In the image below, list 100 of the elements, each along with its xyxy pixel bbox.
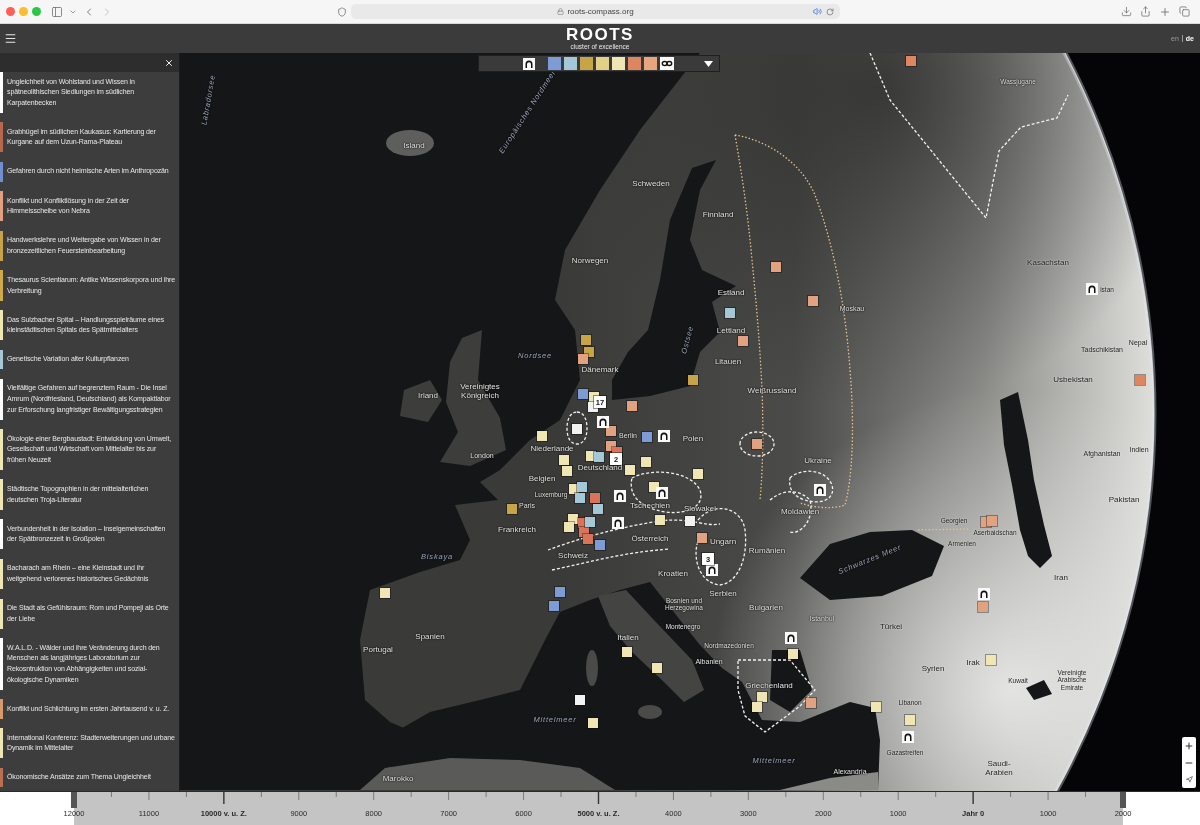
site-marker-icon[interactable] <box>595 540 605 550</box>
color-swatch-icon[interactable] <box>612 57 625 70</box>
arch-marker-icon[interactable] <box>597 416 609 428</box>
shield-icon[interactable] <box>337 6 347 17</box>
site-marker-icon[interactable] <box>555 587 565 597</box>
site-marker-icon[interactable] <box>562 466 572 476</box>
arch-marker-icon[interactable] <box>1086 283 1098 295</box>
site-marker-icon[interactable] <box>577 482 587 492</box>
site-marker-icon[interactable] <box>578 354 588 364</box>
country-label: Spanien <box>415 632 445 642</box>
arch-marker-icon[interactable] <box>902 731 914 743</box>
site-marker-icon[interactable] <box>642 432 652 442</box>
color-swatch-icon[interactable] <box>564 57 577 70</box>
site-marker-icon[interactable] <box>693 469 703 479</box>
site-marker-icon[interactable] <box>906 56 916 66</box>
arch-marker-icon[interactable] <box>612 517 624 529</box>
close-icon[interactable] <box>164 57 174 68</box>
site-marker-icon[interactable] <box>725 308 735 318</box>
site-marker-icon[interactable] <box>871 702 881 712</box>
site-marker-icon[interactable] <box>559 455 569 465</box>
site-marker-icon[interactable] <box>380 588 390 598</box>
menu-icon[interactable] <box>4 32 17 45</box>
site-marker-icon[interactable] <box>806 698 816 708</box>
site-marker-icon[interactable] <box>652 663 662 673</box>
site-marker-icon[interactable] <box>590 493 600 503</box>
site-marker-icon[interactable] <box>575 695 585 705</box>
arch-marker-icon[interactable] <box>814 484 826 496</box>
country-label: Usbekistan <box>1053 375 1093 385</box>
site-marker-icon[interactable] <box>752 702 762 712</box>
logo-wordmark[interactable]: ROOTS <box>566 26 634 43</box>
site-marker-icon[interactable] <box>537 431 547 441</box>
site-marker-icon[interactable] <box>649 482 659 492</box>
site-marker-icon[interactable] <box>788 649 798 659</box>
site-marker-icon[interactable] <box>622 647 632 657</box>
site-marker-icon[interactable] <box>905 715 915 725</box>
site-marker-icon[interactable] <box>507 504 517 514</box>
color-swatch-icon[interactable] <box>580 57 593 70</box>
site-marker-icon[interactable] <box>978 602 988 612</box>
country-label: Rumänien <box>748 546 786 556</box>
tabs-icon[interactable] <box>1179 6 1190 17</box>
arch-marker-icon[interactable] <box>658 430 670 442</box>
site-marker-icon[interactable] <box>593 504 603 514</box>
site-marker-icon[interactable] <box>986 655 996 665</box>
site-marker-icon[interactable] <box>583 534 593 544</box>
address-field[interactable]: roots-compass.org <box>351 4 840 19</box>
arch-marker-icon[interactable] <box>614 490 626 502</box>
plus-icon[interactable] <box>1159 5 1171 18</box>
download-icon[interactable] <box>1121 6 1132 17</box>
site-marker-icon[interactable] <box>641 457 651 467</box>
site-marker-icon[interactable] <box>771 262 781 272</box>
country-label: Belgien <box>528 474 556 484</box>
reload-icon[interactable] <box>826 7 834 16</box>
site-marker-icon[interactable] <box>685 516 695 526</box>
site-marker-icon[interactable] <box>578 389 588 399</box>
color-swatch-icon[interactable] <box>548 57 561 70</box>
site-marker-icon[interactable] <box>575 493 585 503</box>
color-swatch-icon[interactable] <box>644 57 657 70</box>
site-marker-icon[interactable] <box>606 426 616 436</box>
site-marker-icon[interactable] <box>697 533 707 543</box>
country-label: Deutschland <box>577 463 623 473</box>
infinity-icon[interactable] <box>660 57 674 70</box>
site-marker-icon[interactable] <box>581 335 591 345</box>
site-marker-icon[interactable] <box>585 517 595 527</box>
country-label: Italien <box>617 633 639 643</box>
speaker-icon[interactable] <box>813 7 822 16</box>
site-marker-icon[interactable] <box>987 516 997 526</box>
site-marker-icon[interactable] <box>572 424 582 434</box>
color-swatch-icon[interactable] <box>596 57 609 70</box>
site-marker-icon[interactable] <box>655 515 665 525</box>
site-marker-icon[interactable] <box>757 692 767 702</box>
window-close-icon[interactable] <box>6 7 15 16</box>
arch-marker-icon[interactable] <box>978 588 990 600</box>
site-marker-icon[interactable] <box>688 375 698 385</box>
range-end-handle[interactable] <box>1120 792 1126 808</box>
sidebar-toggle-icon[interactable] <box>51 5 63 18</box>
site-marker-icon[interactable] <box>627 401 637 411</box>
country-label: Serbien <box>709 589 737 599</box>
site-marker-icon[interactable] <box>588 718 598 728</box>
site-marker-icon[interactable] <box>1135 375 1145 385</box>
country-label: Irak <box>966 658 980 668</box>
country-label: Moldawien <box>780 507 820 517</box>
caret-down-icon[interactable] <box>704 60 713 67</box>
site-marker-icon[interactable] <box>564 522 574 532</box>
site-marker-icon[interactable] <box>549 601 559 611</box>
color-swatch-icon[interactable] <box>628 57 641 70</box>
site-marker-icon[interactable] <box>752 439 762 449</box>
lock-icon <box>557 8 565 15</box>
site-marker-icon[interactable] <box>808 296 818 306</box>
share-icon[interactable] <box>1140 6 1151 17</box>
arch-icon[interactable] <box>523 57 535 70</box>
range-start-handle[interactable] <box>71 792 77 808</box>
country-label: Norwegen <box>571 256 609 266</box>
window-maximize-icon[interactable] <box>32 7 41 16</box>
arch-marker-icon[interactable] <box>656 487 668 499</box>
site-marker-icon[interactable] <box>594 452 604 462</box>
country-label: Vereinigtes Königreich <box>459 381 501 401</box>
arch-marker-icon[interactable] <box>785 632 797 644</box>
site-marker-icon[interactable] <box>738 336 748 346</box>
site-marker-icon[interactable] <box>625 465 635 475</box>
window-minimize-icon[interactable] <box>19 7 28 16</box>
